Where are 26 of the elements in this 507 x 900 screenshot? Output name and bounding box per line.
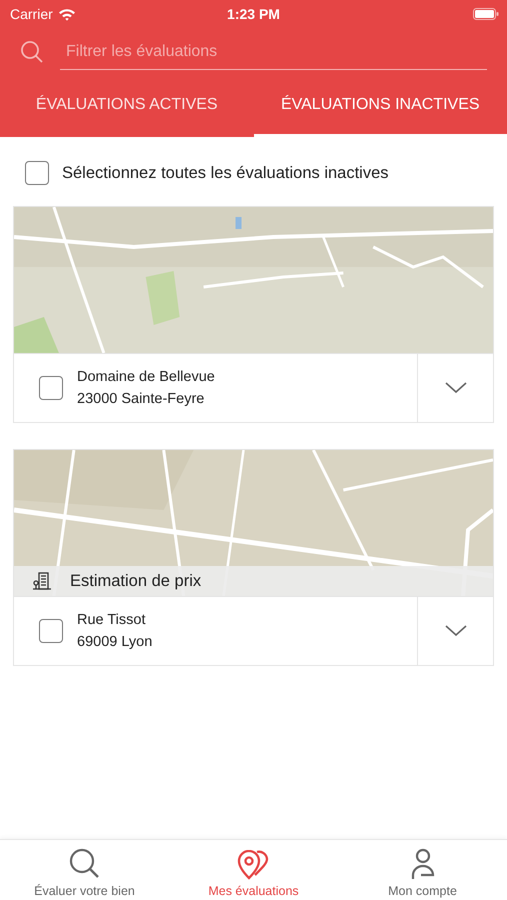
battery-icon (473, 8, 499, 20)
tab[interactable]: ÉVALUATIONS ACTIVES (0, 76, 254, 137)
search-icon (68, 848, 100, 880)
checkbox[interactable] (25, 161, 49, 185)
address-line: Rue Tissot (77, 612, 146, 628)
chevron-down-icon (444, 625, 466, 637)
address-line: Domaine de Bellevue (77, 369, 215, 385)
nav-tab[interactable]: Mon compte (338, 840, 507, 900)
search-field[interactable]: Filtrer les évaluations (60, 34, 487, 70)
map-pins-icon (236, 850, 270, 880)
checkbox[interactable] (39, 376, 63, 400)
estimate-label: Estimation de prix (70, 572, 202, 590)
tab[interactable]: ÉVALUATIONS INACTIVES (254, 76, 507, 137)
chevron-down-icon (444, 382, 466, 394)
checkbox[interactable] (39, 619, 63, 643)
nav-tab[interactable]: Évaluer votre bien (0, 840, 169, 900)
building-icon (32, 571, 52, 591)
nav-tab[interactable]: Mes évaluations (169, 840, 338, 900)
person-icon (410, 848, 436, 880)
status-time: 1:23 PM (227, 6, 280, 22)
postal-line: 23000 Sainte-Feyre (77, 391, 206, 407)
search-icon (20, 40, 44, 64)
select-all-label: Sélectionnez toutes les évaluations inactives (62, 164, 389, 182)
carrier-label: Carrier (10, 6, 53, 22)
wifi-icon (58, 8, 76, 20)
postal-line: 69009 Lyon (77, 634, 152, 650)
